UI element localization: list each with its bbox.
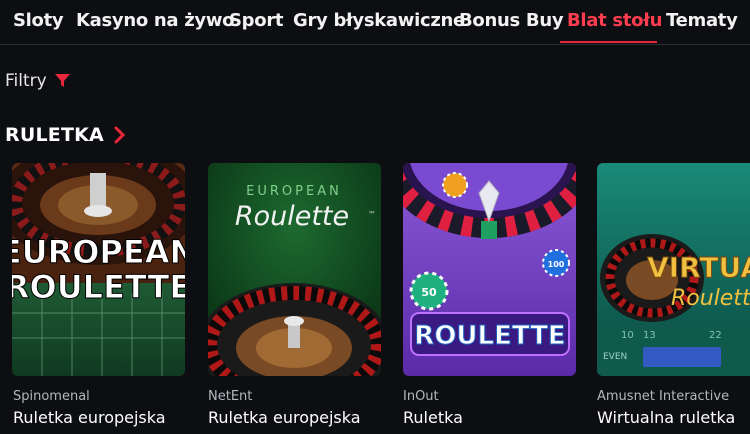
game-card-spinomenal-european-roulette[interactable]: EUROPEAN ROULETTE bbox=[12, 163, 185, 376]
art-trademark: ™ bbox=[368, 210, 376, 219]
game-name[interactable]: Ruletka bbox=[403, 408, 463, 427]
game-thumbnail: EUROPEAN ROULETTE bbox=[12, 163, 185, 376]
game-thumbnail: VIRTUA Roulett 10 13 22 EVEN bbox=[597, 163, 750, 376]
chevron-right-icon bbox=[114, 126, 126, 144]
tab-blat-stolu[interactable]: Blat stołu bbox=[567, 10, 662, 31]
filters-label: Filtry bbox=[5, 71, 47, 91]
art-chip-100: 100 bbox=[548, 260, 565, 269]
game-name[interactable]: Ruletka europejska bbox=[13, 408, 166, 427]
art-number-10: 10 bbox=[621, 330, 634, 341]
category-tabs: Sloty Kasyno na żywo Sport Gry błyskawic… bbox=[0, 0, 750, 45]
art-title-line1: VIRTUA bbox=[647, 251, 750, 284]
game-provider: InOut bbox=[403, 389, 439, 404]
section-header-ruletka[interactable]: RULETKA bbox=[5, 124, 126, 146]
tab-bonus-buy[interactable]: Bonus Buy bbox=[459, 10, 564, 31]
game-card-amusnet-virtual-roulette[interactable]: VIRTUA Roulett 10 13 22 EVEN bbox=[597, 163, 750, 376]
art-subtitle: EUROPEAN bbox=[246, 184, 342, 199]
tab-sloty[interactable]: Sloty bbox=[13, 10, 64, 31]
game-name[interactable]: Ruletka europejska bbox=[208, 408, 361, 427]
art-title-line1: EUROPEAN bbox=[12, 233, 185, 271]
art-title: Roulette bbox=[235, 201, 349, 232]
active-tab-indicator bbox=[560, 41, 657, 43]
game-card-netent-european-roulette[interactable]: EUROPEAN Roulette ™ bbox=[208, 163, 381, 376]
game-provider: Spinomenal bbox=[13, 389, 90, 404]
art-even-label: EVEN bbox=[603, 352, 627, 362]
filters-button[interactable]: Filtry bbox=[5, 71, 70, 91]
art-number-22: 22 bbox=[709, 330, 722, 341]
game-thumbnail: EUROPEAN Roulette ™ bbox=[208, 163, 381, 376]
tab-tematy[interactable]: Tematy bbox=[666, 10, 738, 31]
game-thumbnail: 50 100 ROULETTE bbox=[403, 163, 576, 376]
art-title-line2: Roulett bbox=[671, 286, 750, 311]
tab-sport[interactable]: Sport bbox=[229, 10, 284, 31]
section-title: RULETKA bbox=[5, 124, 104, 146]
game-name[interactable]: Wirtualna ruletka bbox=[597, 408, 735, 427]
art-number-13: 13 bbox=[643, 330, 656, 341]
game-provider: NetEnt bbox=[208, 389, 253, 404]
tab-gry-blyskawiczne[interactable]: Gry błyskawiczne bbox=[293, 10, 465, 31]
game-card-inout-roulette[interactable]: 50 100 ROULETTE bbox=[403, 163, 576, 376]
art-title: ROULETTE bbox=[414, 321, 565, 351]
tab-kasyno-na-zywo[interactable]: Kasyno na żywo bbox=[76, 10, 235, 31]
filter-icon bbox=[54, 74, 70, 87]
game-provider: Amusnet Interactive bbox=[597, 389, 730, 404]
art-chip-50: 50 bbox=[421, 286, 437, 299]
art-title-line2: ROULETTE bbox=[12, 268, 185, 306]
